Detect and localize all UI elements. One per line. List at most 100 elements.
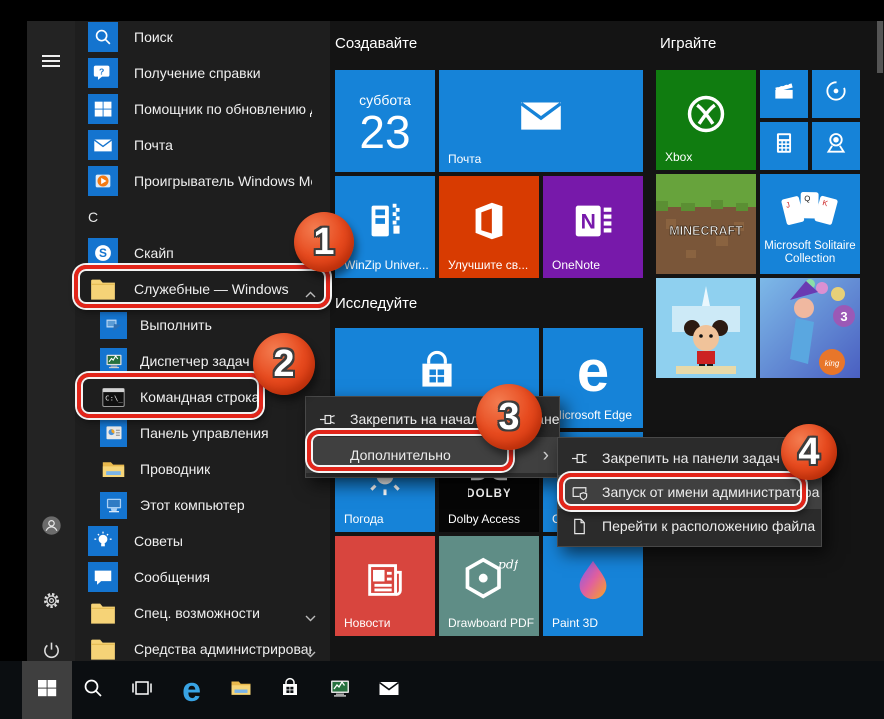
mail-button[interactable]: [366, 661, 412, 719]
pin-icon: [570, 449, 589, 468]
thispc-icon: [100, 492, 127, 519]
tile-group-title-create: Создавайте: [335, 35, 417, 52]
app-list-item-wmp-4[interactable]: Проигрыватель Windows Media: [75, 163, 330, 199]
tile-cards[interactable]: JQK Microsoft Solitaire Collection: [760, 174, 860, 274]
tile-music[interactable]: [812, 70, 860, 118]
scrollbar-thumb[interactable]: [877, 21, 883, 73]
hamburger-icon: [42, 55, 60, 67]
tile-xbox[interactable]: Xbox: [656, 70, 756, 170]
tile-office[interactable]: Улучшите св...: [439, 176, 539, 278]
office-icon: [466, 198, 512, 244]
chevron-down-icon: [305, 609, 316, 625]
tile-label: OneNote: [552, 258, 600, 272]
start-button[interactable]: [22, 661, 72, 719]
maps-icon: [823, 130, 849, 156]
annotation-circle-2: 2: [253, 333, 315, 395]
app-list-item-label: Советы: [134, 533, 183, 549]
app-list-item-explorer-12[interactable]: Проводник: [75, 451, 330, 487]
tile-disney[interactable]: [656, 278, 756, 378]
svg-text:MINECRAFT: MINECRAFT: [669, 224, 743, 238]
submenu-arrow-icon: ›: [543, 446, 549, 465]
cards-icon: JQK: [779, 186, 841, 234]
svg-text:?: ?: [99, 66, 104, 76]
film-icon: [771, 78, 797, 104]
annotation-number: 4: [798, 431, 819, 474]
start-menu-rail: [27, 21, 75, 661]
store-button[interactable]: [267, 661, 313, 719]
app-list-item-tips-14[interactable]: Советы: [75, 523, 330, 559]
app-list-item-label: Средства администрировани...: [134, 641, 312, 657]
tile-drawboard[interactable]: pdf Drawboard PDF: [439, 536, 539, 636]
annotation-circle-1: 1: [294, 212, 354, 272]
app-list-item-controlpanel-11[interactable]: Панель управления: [75, 415, 330, 451]
system-monitor-button[interactable]: [317, 661, 363, 719]
calc-icon: [771, 130, 797, 156]
annotation-box-1: [74, 265, 330, 308]
tile-calendar[interactable]: суббота23: [335, 70, 435, 172]
app-list-item-folder-16[interactable]: Спец. возможности: [75, 595, 330, 631]
app-list-item-label: Сообщения: [134, 569, 210, 585]
tile-label: Погода: [344, 512, 384, 526]
edge-button[interactable]: e: [169, 661, 215, 719]
mail-icon: [88, 130, 118, 160]
context-submenu-item-2[interactable]: Перейти к расположению файла: [558, 509, 821, 543]
app-list-item-label: Получение справки: [134, 65, 261, 81]
search-button[interactable]: [70, 661, 116, 719]
tile-onenote[interactable]: N OneNote: [543, 176, 643, 278]
store-icon: [412, 347, 462, 397]
tile-group-title-explore: Исследуйте: [335, 295, 417, 312]
bubblewitch-artwork: 3king: [760, 278, 860, 378]
tile-bubblewitch[interactable]: 3king: [760, 278, 860, 378]
app-list-item-label: Скайп: [134, 245, 174, 261]
tile-maps[interactable]: [812, 122, 860, 170]
svg-text:pdf: pdf: [498, 556, 518, 571]
tile-group-title-play: Играйте: [660, 35, 716, 52]
tile-label: Улучшите св...: [448, 258, 528, 272]
news-icon: [362, 557, 408, 603]
app-list-item-windows-2[interactable]: Помощник по обновлению до...: [75, 91, 330, 127]
svg-text:Q: Q: [804, 194, 810, 203]
menu-item-label: Закрепить на панели задач: [602, 450, 780, 466]
app-list-item-mail-3[interactable]: Почта: [75, 127, 330, 163]
tile-label: WinZip Univer...: [344, 258, 429, 272]
file-explorer-button[interactable]: [218, 661, 264, 719]
tile-news[interactable]: Новости: [335, 536, 435, 636]
annotation-box-4: [559, 473, 806, 510]
tile-label: Microsoft Solitaire Collection: [764, 240, 856, 266]
folder-icon: [88, 598, 118, 628]
app-list-item-label: Поиск: [134, 29, 173, 45]
file-icon: [570, 517, 589, 536]
taskbar: e: [0, 661, 884, 719]
app-list-section-header: С: [75, 199, 330, 235]
app-list-item-search-0[interactable]: Поиск: [75, 19, 330, 55]
taskmgr-icon: [100, 348, 127, 375]
task-view-button[interactable]: [119, 661, 165, 719]
app-list-item-help-1[interactable]: ? Получение справки: [75, 55, 330, 91]
settings-button[interactable]: [27, 580, 75, 620]
drawboard-icon: pdf: [460, 555, 518, 605]
annotation-number: 3: [498, 396, 519, 439]
start-icon: [35, 676, 59, 705]
svg-text:3: 3: [840, 309, 847, 324]
mailbig-icon: [516, 90, 566, 140]
search-icon: [81, 676, 105, 705]
onenote-icon: N: [570, 198, 616, 244]
help-icon: ?: [88, 58, 118, 88]
tile-label: Почта: [448, 152, 481, 166]
tile-calc[interactable]: [760, 122, 808, 170]
app-list-item-label: Помощник по обновлению до...: [134, 101, 312, 117]
app-list-item-messages-15[interactable]: Сообщения: [75, 559, 330, 595]
avatar-button[interactable]: [27, 505, 75, 545]
tile-label: Dolby Access: [448, 512, 520, 526]
avatar-icon: [41, 515, 62, 536]
tile-film[interactable]: [760, 70, 808, 118]
tile-label: Drawboard PDF: [448, 616, 534, 630]
app-list-item-thispc-13[interactable]: Этот компьютер: [75, 487, 330, 523]
svg-text:N: N: [581, 211, 596, 234]
tile-minecraft[interactable]: MINECRAFT: [656, 174, 756, 274]
tile-mailbig[interactable]: Почта: [439, 70, 643, 172]
svg-text:DOLBY: DOLBY: [468, 488, 510, 500]
hamburger-menu-button[interactable]: [27, 41, 75, 81]
tile-paint3d[interactable]: Paint 3D: [543, 536, 643, 636]
menu-item-label: Перейти к расположению файла: [602, 518, 815, 534]
